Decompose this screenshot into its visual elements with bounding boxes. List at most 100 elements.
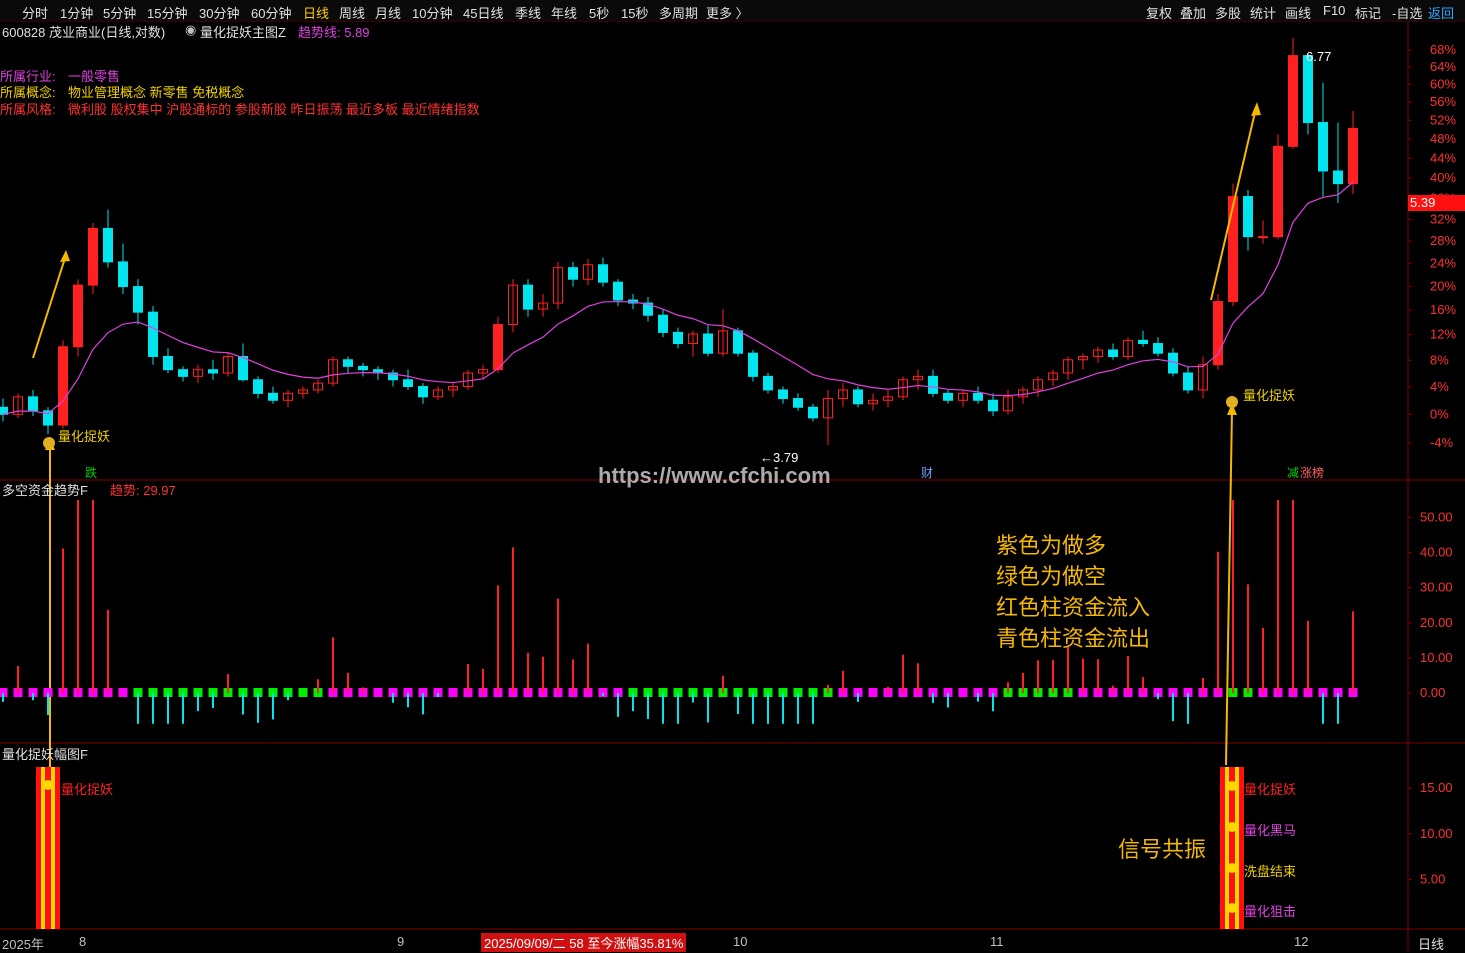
p3-signal-left: 量化捉妖 [61,782,114,797]
candle-body [973,392,983,401]
y-tick-label: 32% [1430,211,1456,226]
candle-body [343,359,353,367]
y2-tick-label: 0.00 [1420,685,1445,700]
signal-coin-icon [43,437,55,449]
candle-body [1318,122,1328,172]
candle-body [133,286,143,313]
fund-trend-square [298,688,308,697]
y3-tick-label: 5.00 [1420,871,1445,886]
candle-body [733,330,743,354]
candle-body [1228,196,1238,303]
axis-label-oct: 10 [733,934,748,949]
candle-body [763,375,773,391]
y-tick-label: 28% [1430,233,1456,248]
y2-tick-label: 10.00 [1420,650,1453,665]
y-tick-label: 60% [1430,76,1456,91]
y-tick-label: -4% [1430,435,1454,450]
candle-body [1303,55,1313,124]
signal-dot [1227,781,1237,791]
y2-tick-label: 40.00 [1420,545,1453,560]
p3-signal-4: 量化狙击 [1244,904,1297,919]
period-label[interactable]: 日线 [1418,934,1444,953]
y-tick-label: 44% [1430,150,1456,165]
y-tick-label: 64% [1430,59,1456,74]
axis-label-sep: 9 [397,934,405,949]
candle-body [793,398,803,408]
trend-value: 趋势线: 5.89 [298,25,370,40]
candle-body [73,284,83,348]
indicator-name[interactable]: 量化捉妖主图Z [200,22,286,41]
marker-zhangbang: 涨榜 [1300,466,1325,480]
fund-trend-square [373,688,383,697]
candle-body [358,365,368,371]
candle-body [178,369,188,377]
candle-body [1258,236,1268,239]
candle-body [703,333,713,354]
y-tick-label: 40% [1430,170,1456,185]
candle-body [1138,339,1148,345]
candle-body [808,406,818,419]
high-price-label: 6.77 [1306,49,1332,64]
candle-body [943,392,953,401]
candle-body [58,346,68,426]
candle-body [268,392,278,401]
y-tick-label: 4% [1430,379,1449,394]
candle-body [1273,145,1283,238]
candle-body [598,264,608,283]
signal-dot [1227,863,1237,873]
signal-dot [1227,903,1237,913]
candle-body [1333,170,1343,185]
candle-body [673,331,683,345]
candle-body [238,355,248,381]
candle-body [778,389,788,400]
marker-jian: 减 [1287,466,1300,480]
y-tick-label: 52% [1430,112,1456,127]
stock-title: 600828 茂业商业(日线,对数) [2,25,166,40]
candle-body [523,284,533,310]
y2-tick-label: 20.00 [1420,615,1453,630]
candle-body [1243,196,1253,238]
axis-label-dec: 12 [1294,934,1309,949]
y3-tick-label: 15.00 [1420,780,1453,795]
panel2-title[interactable]: 多空资金趋势F [2,480,88,499]
status-range: 2025/09/09/二 58 至今涨幅35.81% [481,933,687,952]
candle-body [748,352,758,377]
candle-body [1183,372,1193,391]
signal-label-2: 量化捉妖 [1243,388,1296,403]
y-tick-label: 20% [1430,278,1456,293]
collapse-icon[interactable]: ◉ [185,22,196,38]
fund-trend-square [868,688,878,697]
p3-signal-1: 量化捉妖 [1244,782,1297,797]
p3-signal-3: 洗盘结束 [1244,864,1297,879]
candle-body [103,227,113,263]
fund-trend-square [118,688,128,697]
candle-body [118,261,128,288]
y-tick-label: 16% [1430,302,1456,317]
panel2-value: 趋势: 29.97 [110,483,176,498]
panel3-title[interactable]: 量化捉妖幅图F [2,744,88,763]
signal-dot [43,780,53,790]
y-tick-label: 24% [1430,255,1456,270]
marker-die: 跌 [85,466,98,480]
candle-body [928,375,938,394]
y2-tick-label: 50.00 [1420,510,1453,525]
candle-body [88,227,98,286]
candle-body [1348,127,1358,185]
legend-line-short: 绿色为做空 [996,564,1107,589]
y-tick-label: 68% [1430,42,1456,57]
y3-tick-label: 10.00 [1420,826,1453,841]
axis-label-nov: 11 [990,934,1004,949]
signal-label-1: 量化捉妖 [58,429,111,444]
legend-line-inflow: 红色柱资金流入 [996,595,1151,620]
candle-body [658,314,668,333]
fund-trend-square [958,688,968,697]
style-value: 微利股 股权集中 沪股通标的 参股新股 昨日振荡 最近多板 最近情绪指数 [68,102,480,117]
candle-body [988,399,998,412]
candle-body [853,389,863,405]
signal-bar-core [45,767,51,929]
candle-body [1288,55,1298,147]
candle-body [568,267,578,280]
candle-body [1153,343,1163,354]
y2-tick-label: 30.00 [1420,580,1453,595]
candle-body [28,396,38,412]
